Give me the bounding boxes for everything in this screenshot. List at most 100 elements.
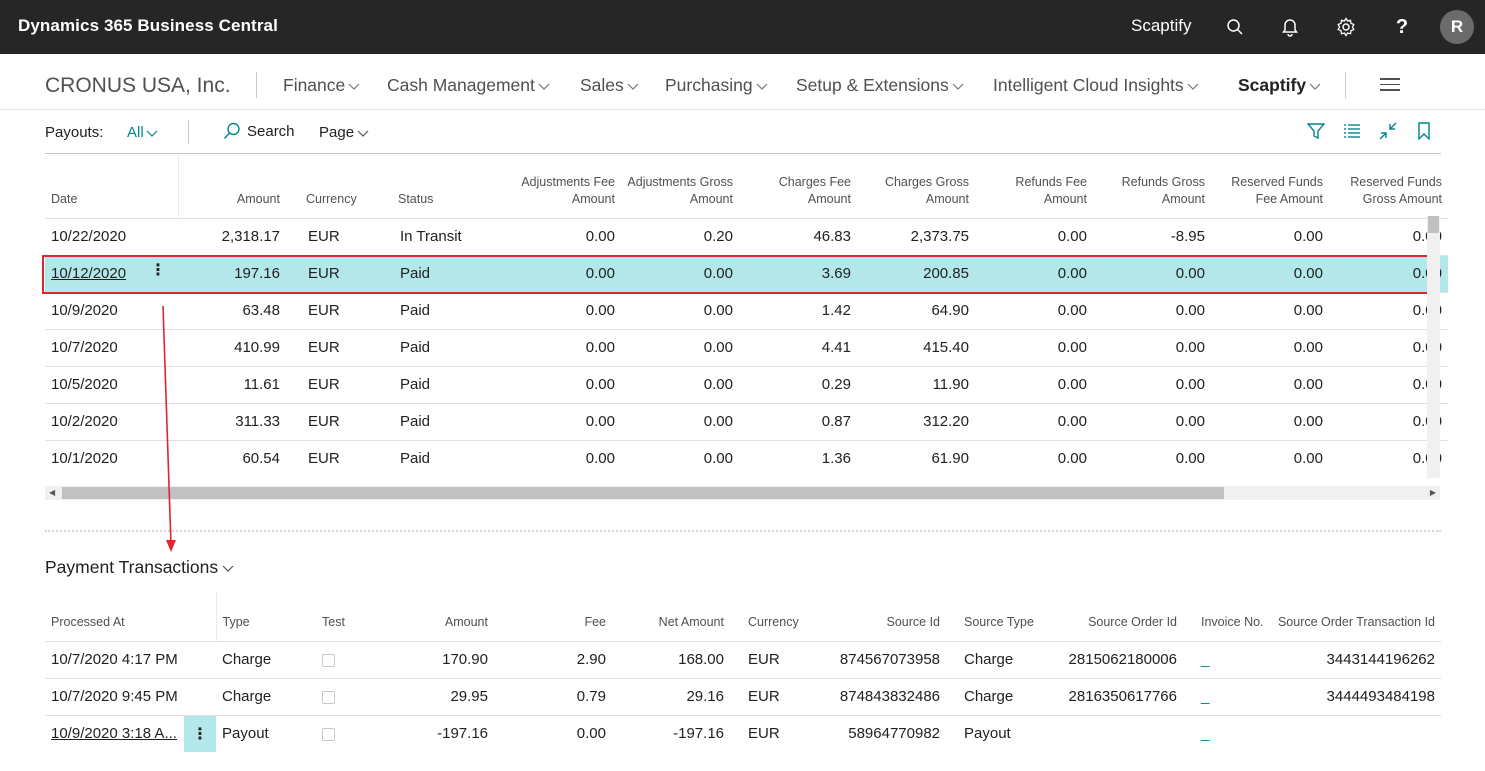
column-header[interactable]: Invoice No. — [1183, 592, 1270, 641]
column-header[interactable]: Adjustments Fee Amount — [504, 154, 621, 218]
view-filter-dropdown[interactable]: All — [127, 124, 158, 141]
currency-cell: EUR — [730, 640, 830, 678]
date-cell[interactable]: 10/7/2020 — [45, 328, 178, 366]
date-cell[interactable]: 10/12/2020 ⋮ — [45, 254, 178, 292]
test-checkbox[interactable] — [322, 727, 335, 741]
company-title[interactable]: CRONUS USA, Inc. — [45, 74, 231, 98]
invoice-no-cell[interactable]: _ — [1183, 640, 1270, 678]
processed-at-link[interactable]: 10/9/2020 3:18 A... — [51, 725, 177, 742]
scroll-left-icon[interactable]: ◀ — [49, 488, 55, 497]
table-row[interactable]: 10/9/2020 3:18 A... ⋮ Payout -197.16 0.0… — [45, 714, 1441, 752]
invoice-no-cell[interactable]: _ — [1183, 677, 1270, 715]
column-header[interactable]: Type — [216, 592, 316, 641]
nav-item-purchasing[interactable]: Purchasing — [665, 75, 768, 96]
column-header[interactable]: Processed At — [45, 592, 217, 641]
processed-at-cell[interactable]: 10/9/2020 3:18 A... — [45, 714, 184, 752]
column-header[interactable]: Adjustments Gross Amount — [621, 154, 739, 218]
test-checkbox[interactable] — [322, 690, 335, 704]
column-header[interactable]: Reserved Funds Gross Amount — [1329, 154, 1448, 218]
page-caption: Payouts: — [45, 124, 104, 141]
search-button[interactable]: Search — [223, 122, 295, 140]
table-row[interactable]: 10/1/2020 60.54 EUR Paid 0.00 0.00 1.36 … — [45, 439, 1448, 477]
refunds-fee-cell: 0.00 — [975, 328, 1093, 366]
column-header[interactable]: Source Type — [946, 592, 1041, 641]
date-cell[interactable]: 10/2/2020 — [45, 402, 178, 440]
date-cell[interactable]: 10/22/2020 — [45, 217, 178, 255]
column-header[interactable]: Currency — [730, 592, 830, 641]
table-row-selected[interactable]: 10/12/2020 ⋮ 197.16 EUR Paid 0.00 0.00 3… — [45, 254, 1448, 292]
test-cell[interactable] — [316, 640, 396, 678]
column-header[interactable]: Test — [316, 592, 396, 641]
collapse-icon[interactable] — [1377, 120, 1399, 142]
section-divider — [45, 530, 1441, 532]
column-header[interactable]: Charges Fee Amount — [739, 154, 857, 218]
adjustments-gross-cell: 0.00 — [621, 439, 739, 477]
table-row[interactable]: 10/7/2020 4:17 PM Charge 170.90 2.90 168… — [45, 640, 1441, 678]
chevron-down-icon — [538, 83, 550, 90]
table-row[interactable]: 10/2/2020 311.33 EUR Paid 0.00 0.00 0.87… — [45, 402, 1448, 440]
charges-gross-cell: 11.90 — [857, 365, 975, 403]
adjustments-fee-cell: 0.00 — [504, 402, 621, 440]
processed-at-cell[interactable]: 10/7/2020 9:45 PM — [45, 677, 216, 715]
test-cell[interactable] — [316, 714, 396, 752]
date-cell[interactable]: 10/9/2020 — [45, 291, 178, 329]
hamburger-menu-icon[interactable] — [1380, 78, 1400, 95]
date-cell[interactable]: 10/5/2020 — [45, 365, 178, 403]
user-avatar[interactable]: R — [1440, 10, 1474, 44]
column-header[interactable]: Net Amount — [612, 592, 730, 641]
amount-cell: 170.90 — [396, 640, 494, 678]
table-row[interactable]: 10/22/2020 2,318.17 EUR In Transit 0.00 … — [45, 217, 1448, 255]
filter-icon[interactable] — [1305, 120, 1327, 142]
nav-item-scaptify[interactable]: Scaptify — [1238, 75, 1321, 96]
processed-at-cell[interactable]: 10/7/2020 4:17 PM — [45, 640, 216, 678]
nav-item-intelligent-cloud-insights[interactable]: Intelligent Cloud Insights — [993, 75, 1199, 96]
column-header[interactable]: Date — [45, 154, 179, 218]
vertical-scrollbar[interactable] — [1427, 216, 1440, 478]
column-header[interactable]: Source Id — [830, 592, 946, 641]
column-header[interactable]: Source Order Id — [1041, 592, 1183, 641]
table-row[interactable]: 10/5/2020 11.61 EUR Paid 0.00 0.00 0.29 … — [45, 365, 1448, 403]
column-header[interactable]: Refunds Gross Amount — [1093, 154, 1211, 218]
amount-cell: 410.99 — [178, 328, 286, 366]
nav-item-finance[interactable]: Finance — [283, 75, 360, 96]
column-header[interactable]: Currency — [286, 154, 384, 218]
page-menu-label: Page — [319, 124, 355, 141]
source-order-id-cell: 2815062180006 — [1041, 640, 1183, 678]
row-actions-icon[interactable]: ⋮ — [150, 262, 166, 278]
search-icon[interactable] — [1222, 14, 1248, 40]
nav-item-setup-extensions[interactable]: Setup & Extensions — [796, 75, 964, 96]
date-link[interactable]: 10/12/2020 — [51, 265, 126, 282]
table-row[interactable]: 10/7/2020 410.99 EUR Paid 0.00 0.00 4.41… — [45, 328, 1448, 366]
test-checkbox[interactable] — [322, 653, 335, 667]
horizontal-scrollbar[interactable]: ◀ ▶ — [45, 486, 1440, 500]
scrollbar-thumb[interactable] — [62, 487, 1224, 499]
help-icon[interactable]: ? — [1389, 14, 1415, 40]
date-cell[interactable]: 10/1/2020 — [45, 439, 178, 477]
list-view-icon[interactable] — [1341, 120, 1363, 142]
app-title[interactable]: Dynamics 365 Business Central — [18, 16, 278, 36]
test-cell[interactable] — [316, 677, 396, 715]
page-menu-button[interactable]: Page — [319, 124, 369, 141]
scrollbar-thumb[interactable] — [1428, 216, 1439, 233]
company-name[interactable]: Scaptify — [1131, 16, 1191, 36]
column-header[interactable]: Source Order Transaction Id — [1270, 592, 1441, 641]
column-header[interactable]: Amount — [396, 592, 494, 641]
invoice-no-cell[interactable]: _ — [1183, 714, 1270, 752]
column-header[interactable]: Reserved Funds Fee Amount — [1211, 154, 1329, 218]
type-cell: Payout — [216, 714, 316, 752]
payment-transactions-header[interactable]: Payment Transactions — [45, 557, 234, 578]
table-row[interactable]: 10/9/2020 63.48 EUR Paid 0.00 0.00 1.42 … — [45, 291, 1448, 329]
column-header[interactable]: Status — [384, 154, 504, 218]
nav-item-cash-management[interactable]: Cash Management — [387, 75, 550, 96]
bookmark-icon[interactable] — [1413, 120, 1435, 142]
nav-item-sales[interactable]: Sales — [580, 75, 639, 96]
bell-icon[interactable] — [1277, 14, 1303, 40]
scroll-right-icon[interactable]: ▶ — [1430, 488, 1436, 497]
column-header[interactable]: Charges Gross Amount — [857, 154, 975, 218]
row-actions-icon[interactable]: ⋮ — [184, 714, 216, 752]
table-row[interactable]: 10/7/2020 9:45 PM Charge 29.95 0.79 29.1… — [45, 677, 1441, 715]
column-header[interactable]: Refunds Fee Amount — [975, 154, 1093, 218]
gear-icon[interactable] — [1333, 14, 1359, 40]
column-header[interactable]: Amount — [178, 154, 286, 218]
column-header[interactable]: Fee — [494, 592, 612, 641]
